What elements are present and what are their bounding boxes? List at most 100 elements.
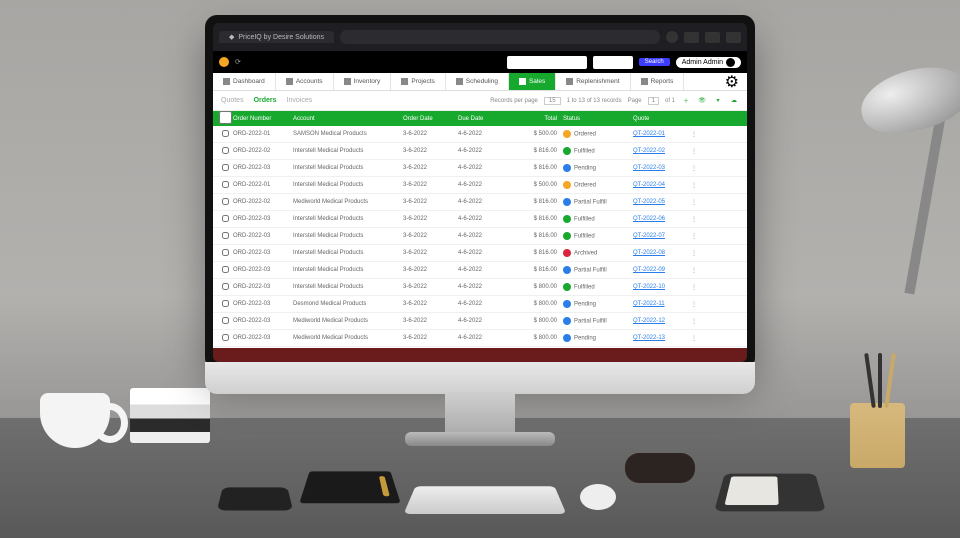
- table-row[interactable]: ORD-2022-03Desmond Medical Products3-6-2…: [213, 296, 747, 313]
- row-checkbox[interactable]: [222, 300, 229, 307]
- topbar-misc-icon[interactable]: ⟳: [235, 58, 241, 66]
- quote-link[interactable]: QT-2022-11: [633, 301, 665, 307]
- quote-link[interactable]: QT-2022-06: [633, 216, 665, 222]
- subtab-quotes[interactable]: Quotes: [221, 97, 244, 104]
- page-total: of 1: [665, 98, 675, 104]
- row-menu-icon[interactable]: ⋮: [691, 319, 697, 325]
- table-row[interactable]: ORD-2022-03Mediworld Medical Products3-6…: [213, 330, 747, 347]
- th-due-date[interactable]: Due Date: [458, 116, 513, 122]
- subtab-orders[interactable]: Orders: [254, 97, 277, 104]
- table-row[interactable]: ORD-2022-03Interstell Medical Products3-…: [213, 228, 747, 245]
- nav-accounts[interactable]: Accounts: [276, 73, 334, 90]
- row-menu-icon[interactable]: ⋮: [691, 234, 697, 240]
- browser-chrome: ◆ PriceIQ by Desire Solutions: [213, 23, 747, 51]
- page-current[interactable]: 1: [648, 97, 659, 105]
- window-min-icon[interactable]: [684, 32, 699, 43]
- quote-link[interactable]: QT-2022-08: [633, 250, 665, 256]
- quote-link[interactable]: QT-2022-13: [633, 335, 665, 341]
- cell-account: Mediworld Medical Products: [293, 199, 403, 205]
- filter-icon[interactable]: ▾: [713, 96, 723, 106]
- quote-link[interactable]: QT-2022-07: [633, 233, 665, 239]
- table-row[interactable]: ORD-2022-03Interstell Medical Products3-…: [213, 160, 747, 177]
- th-total[interactable]: Total: [513, 116, 563, 122]
- nav-reports[interactable]: Reports: [631, 73, 685, 90]
- row-menu-icon[interactable]: ⋮: [691, 166, 697, 172]
- table-row[interactable]: ORD-2022-03Mediworld Medical Products3-6…: [213, 313, 747, 330]
- row-checkbox[interactable]: [222, 130, 229, 137]
- th-order-number[interactable]: Order Number: [233, 116, 293, 122]
- quote-link[interactable]: QT-2022-03: [633, 165, 665, 171]
- row-checkbox[interactable]: [222, 266, 229, 273]
- table-row[interactable]: ORD-2022-02Mediworld Medical Products3-6…: [213, 194, 747, 211]
- monitor-chin: [205, 362, 755, 394]
- row-checkbox[interactable]: [222, 147, 229, 154]
- row-checkbox[interactable]: [222, 317, 229, 324]
- row-checkbox[interactable]: [222, 232, 229, 239]
- quote-link[interactable]: QT-2022-04: [633, 182, 665, 188]
- table-row[interactable]: ORD-2022-02Interstell Medical Products3-…: [213, 143, 747, 160]
- row-menu-icon[interactable]: ⋮: [691, 132, 697, 138]
- row-menu-icon[interactable]: ⋮: [691, 200, 697, 206]
- quote-link[interactable]: QT-2022-05: [633, 199, 665, 205]
- nav-replenishment[interactable]: Replenishment: [556, 73, 630, 90]
- browser-tab[interactable]: ◆ PriceIQ by Desire Solutions: [219, 31, 334, 43]
- cell-account: Interstell Medical Products: [293, 216, 403, 222]
- table-row[interactable]: ORD-2022-03Interstell Medical Products3-…: [213, 245, 747, 262]
- row-checkbox[interactable]: [222, 249, 229, 256]
- nav-inventory[interactable]: Inventory: [334, 73, 392, 90]
- quote-link[interactable]: QT-2022-09: [633, 267, 665, 273]
- row-checkbox[interactable]: [222, 198, 229, 205]
- table-row[interactable]: ORD-2022-01Interstell Medical Products3-…: [213, 177, 747, 194]
- view-icon[interactable]: 👁: [697, 96, 707, 106]
- row-checkbox[interactable]: [222, 215, 229, 222]
- th-quote[interactable]: Quote: [633, 116, 688, 122]
- add-icon[interactable]: ＋: [681, 96, 691, 106]
- search-button[interactable]: Search: [639, 58, 670, 66]
- quote-link[interactable]: QT-2022-01: [633, 131, 665, 137]
- user-menu[interactable]: Admin Admin: [676, 57, 741, 68]
- row-checkbox[interactable]: [222, 283, 229, 290]
- cell-total: $ 816.00: [513, 250, 563, 256]
- nav-projects[interactable]: Projects: [391, 73, 445, 90]
- records-select[interactable]: 15: [544, 97, 561, 105]
- row-menu-icon[interactable]: ⋮: [691, 268, 697, 274]
- row-checkbox[interactable]: [222, 164, 229, 171]
- row-menu-icon[interactable]: ⋮: [691, 251, 697, 257]
- address-bar[interactable]: [340, 30, 660, 44]
- cell-order-number: ORD-2022-03: [233, 250, 293, 256]
- row-checkbox[interactable]: [222, 181, 229, 188]
- quote-link[interactable]: QT-2022-10: [633, 284, 665, 290]
- sub-tabs-row: QuotesOrdersInvoices Records per page 15…: [213, 91, 747, 111]
- row-menu-icon[interactable]: ⋮: [691, 217, 697, 223]
- nav-dashboard[interactable]: Dashboard: [213, 73, 276, 90]
- export-icon[interactable]: ☁: [729, 96, 739, 106]
- monitor-stand-foot: [405, 432, 555, 446]
- quote-link[interactable]: QT-2022-02: [633, 148, 665, 154]
- table-row[interactable]: ORD-2022-03Interstell Medical Products3-…: [213, 211, 747, 228]
- cell-status: Fulfilled: [563, 232, 633, 240]
- nav-sales[interactable]: Sales: [509, 73, 556, 90]
- th-order-date[interactable]: Order Date: [403, 116, 458, 122]
- cell-due-date: 4-6-2022: [458, 250, 513, 256]
- browser-menu-icon[interactable]: [666, 31, 678, 43]
- settings-gear-icon[interactable]: ⚙: [717, 73, 747, 90]
- row-menu-icon[interactable]: ⋮: [691, 336, 697, 342]
- subtab-invoices[interactable]: Invoices: [287, 97, 313, 104]
- table-row[interactable]: ORD-2022-03Interstell Medical Products3-…: [213, 279, 747, 296]
- quote-link[interactable]: QT-2022-12: [633, 318, 665, 324]
- global-select[interactable]: [593, 56, 633, 69]
- th-account[interactable]: Account: [293, 116, 403, 122]
- row-menu-icon[interactable]: ⋮: [691, 302, 697, 308]
- window-max-icon[interactable]: [705, 32, 720, 43]
- row-menu-icon[interactable]: ⋮: [691, 149, 697, 155]
- row-menu-icon[interactable]: ⋮: [691, 285, 697, 291]
- row-menu-icon[interactable]: ⋮: [691, 183, 697, 189]
- table-row[interactable]: ORD-2022-03Interstell Medical Products3-…: [213, 262, 747, 279]
- select-all-checkbox[interactable]: [219, 111, 232, 124]
- table-row[interactable]: ORD-2022-01SAMSON Medical Products3-6-20…: [213, 126, 747, 143]
- row-checkbox[interactable]: [222, 334, 229, 341]
- th-status[interactable]: Status: [563, 116, 633, 122]
- global-search-input[interactable]: [507, 56, 587, 69]
- window-close-icon[interactable]: [726, 32, 741, 43]
- nav-scheduling[interactable]: Scheduling: [446, 73, 509, 90]
